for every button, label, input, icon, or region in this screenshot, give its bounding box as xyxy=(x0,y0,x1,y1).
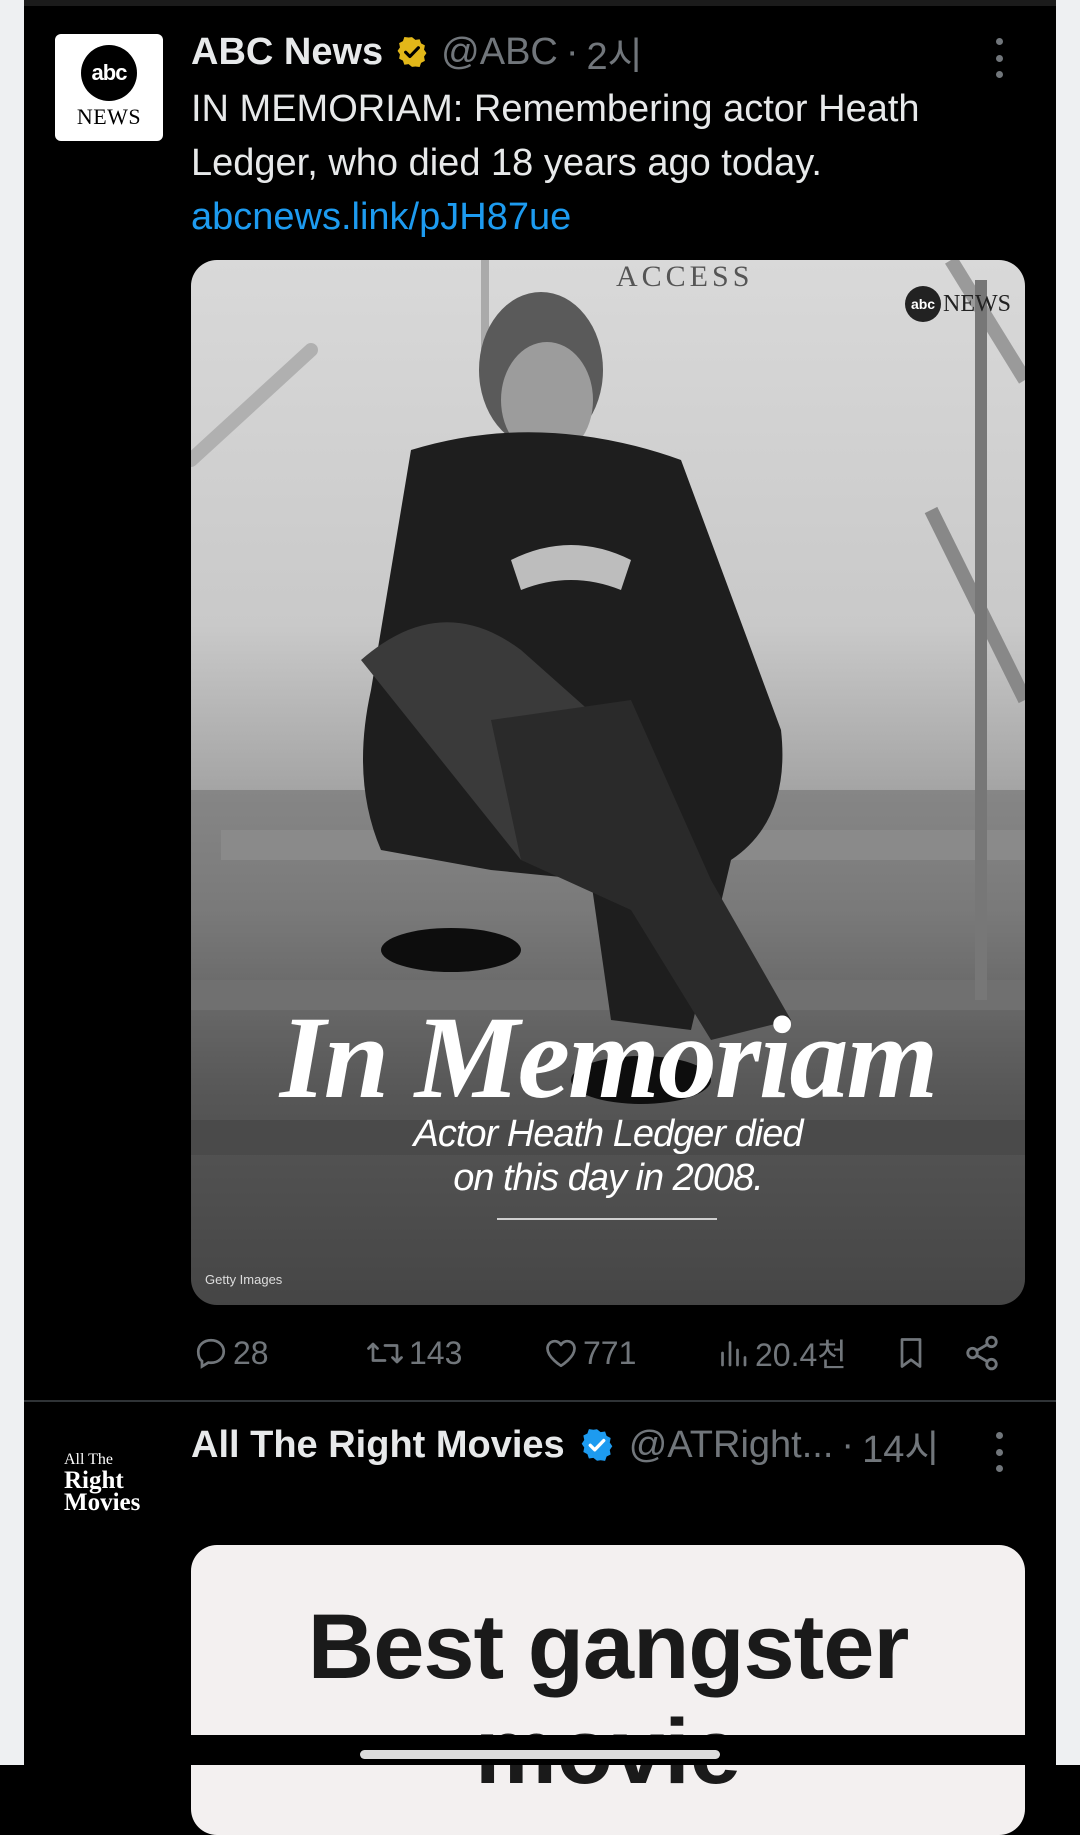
bookmark-button[interactable] xyxy=(893,1330,929,1376)
repost-count: 143 xyxy=(409,1334,463,1371)
reply-count: 28 xyxy=(233,1334,269,1371)
memoriam-subtitle: Actor Heath Ledger died on this day in 2… xyxy=(191,1112,1025,1200)
tweet-body: IN MEMORIAM: Remembering actor Heath Led… xyxy=(191,88,920,184)
repost-icon xyxy=(367,1342,403,1364)
views-chart-icon xyxy=(721,1341,747,1367)
tweet-header: ABC News @ABC · 2시 xyxy=(191,28,643,78)
access-sign: ACCESS xyxy=(616,260,754,293)
tweet-divider xyxy=(24,1400,1056,1402)
more-options-icon[interactable] xyxy=(993,38,1005,78)
verified-gold-badge-icon xyxy=(397,36,427,68)
author-handle[interactable]: @ATRight... xyxy=(629,1424,834,1467)
separator-dot: · xyxy=(565,30,579,73)
media-headline-line-1: Best gangster xyxy=(307,1596,910,1698)
bookmark-icon xyxy=(900,1338,922,1368)
divider-rule xyxy=(497,1218,717,1220)
subtitle-line-2: on this day in 2008. xyxy=(453,1157,764,1199)
verified-blue-badge-icon xyxy=(581,1429,613,1461)
tweet-text: IN MEMORIAM: Remembering actor Heath Led… xyxy=(191,82,991,244)
views-button[interactable]: 20.4천 xyxy=(715,1330,847,1376)
tweet-link[interactable]: abcnews.link/pJH87ue xyxy=(191,190,991,244)
repost-button[interactable]: 143 xyxy=(365,1330,462,1376)
timestamp[interactable]: 2시 xyxy=(587,25,643,80)
abc-news-watermark: abc NEWS xyxy=(905,286,1011,322)
more-options-icon[interactable] xyxy=(993,1432,1005,1472)
timestamp[interactable]: 14시 xyxy=(862,1418,939,1473)
abc-logo-circle: abc xyxy=(81,45,137,101)
author-name[interactable]: ABC News xyxy=(191,31,383,74)
tweet-header: All The Right Movies @ATRight... · 14시 xyxy=(191,1418,939,1473)
reply-button[interactable]: 28 xyxy=(193,1330,269,1376)
author-handle[interactable]: @ABC xyxy=(441,31,558,74)
separator-dot: · xyxy=(841,1423,855,1466)
avatar-line-3: Movies xyxy=(64,1489,141,1516)
heart-icon xyxy=(546,1339,576,1368)
tweet-media-image[interactable]: ACCESS abc NEWS In Memoriam Actor Heath … xyxy=(191,260,1025,1305)
author-name[interactable]: All The Right Movies xyxy=(191,1424,565,1467)
screen-edge-right xyxy=(1056,0,1080,1765)
news-logo-word: NEWS xyxy=(76,104,142,129)
watermark-circle: abc xyxy=(905,286,941,322)
tweet-actions: 28 143 771 20.4천 xyxy=(193,1330,1013,1376)
home-indicator[interactable] xyxy=(360,1750,720,1759)
subtitle-line-1: Actor Heath Ledger died xyxy=(413,1113,804,1155)
memoriam-title: In Memoriam xyxy=(279,992,939,1123)
share-icon xyxy=(966,1335,998,1371)
tweet-media-image[interactable]: Best gangster movie xyxy=(191,1545,1025,1835)
like-button[interactable]: 771 xyxy=(543,1330,636,1376)
photo-credit: Getty Images xyxy=(205,1272,283,1287)
top-edge xyxy=(24,0,1056,6)
reply-icon xyxy=(196,1338,226,1369)
view-count: 20.4천 xyxy=(755,1337,847,1373)
avatar[interactable]: abc NEWS xyxy=(55,34,163,141)
screen-edge-left xyxy=(0,0,24,1765)
share-button[interactable] xyxy=(963,1330,1001,1376)
like-count: 771 xyxy=(583,1334,637,1371)
avatar[interactable]: All The Right Movies xyxy=(64,1450,160,1516)
watermark-word: NEWS xyxy=(943,290,1011,317)
